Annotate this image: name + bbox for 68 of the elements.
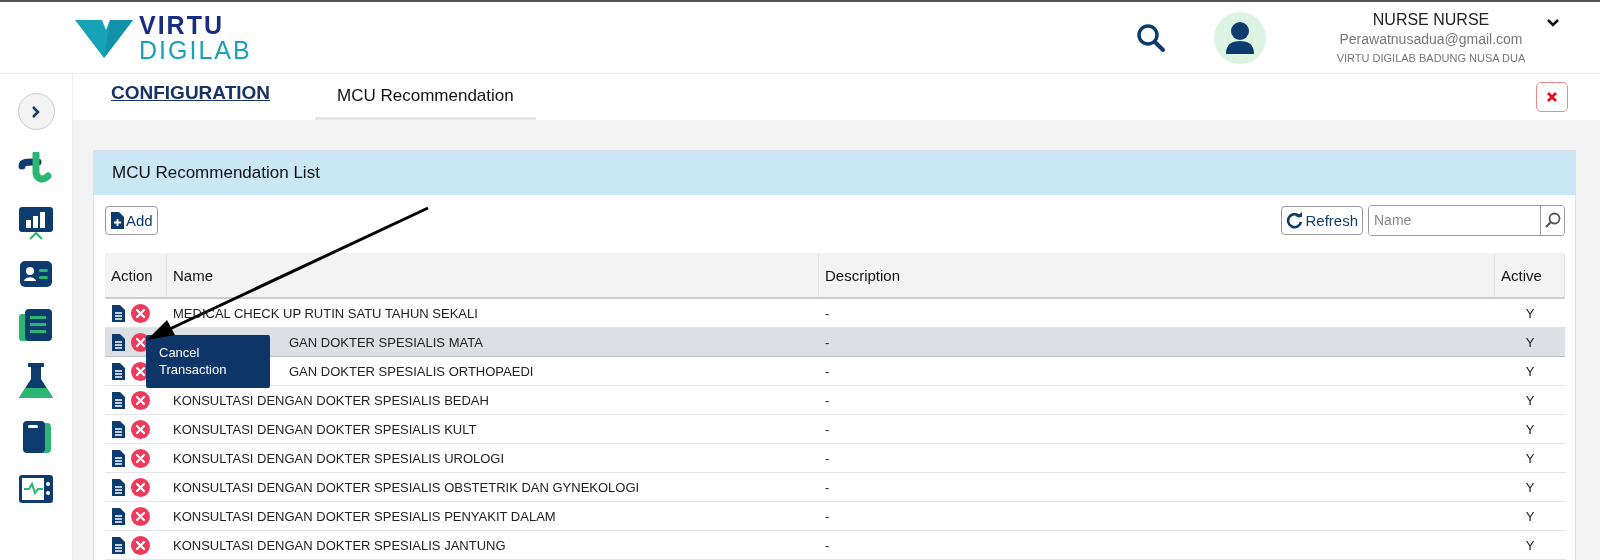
add-document-icon — [110, 211, 124, 229]
panel-title: MCU Recommendation List — [94, 151, 1575, 195]
table-cell-text: Y — [1524, 507, 1536, 526]
close-icon — [1547, 92, 1557, 102]
table-cell-text: - — [824, 333, 831, 352]
close-button[interactable] — [1536, 82, 1568, 112]
chart-icon[interactable] — [18, 206, 54, 240]
document-icon[interactable] — [111, 449, 125, 467]
document-icon[interactable] — [111, 536, 125, 554]
flask-icon[interactable] — [18, 362, 54, 400]
table-cell-text: KONSULTASI DENGAN DOKTER SPESIALIS UROLOGI — [172, 449, 506, 468]
refresh-button[interactable]: Refresh — [1281, 205, 1363, 235]
table-cell-text: Y — [1524, 420, 1536, 439]
table-cell-text: Y — [1524, 362, 1536, 381]
document-icon[interactable] — [111, 391, 125, 409]
table-cell-text: KONSULTASI DENGAN DOKTER SPESIALIS KULT — [172, 420, 478, 439]
monitor-pulse-icon[interactable] — [18, 474, 54, 504]
search-bar[interactable]: Name — [1368, 204, 1565, 236]
expand-sidebar-button[interactable] — [17, 93, 55, 130]
table-cell-text: Y — [1524, 391, 1536, 410]
table-cell-text: GAN DOKTER SPESIALIS ORTHOPAEDI — [288, 362, 535, 381]
document-icon[interactable] — [111, 304, 125, 322]
table-cell-text: Y — [1524, 536, 1536, 555]
tooltip: Cancel Transaction — [146, 335, 270, 388]
table-cell-text: - — [824, 478, 831, 497]
chevron-down-icon[interactable] — [1546, 17, 1560, 28]
section-title[interactable]: CONFIGURATION — [111, 82, 271, 104]
clipboard-icon[interactable] — [20, 420, 52, 454]
table-cell-text: Y — [1524, 333, 1536, 352]
table-cell-text: KONSULTASI DENGAN DOKTER SPESIALIS OBSTETRIK DAN GYNEKOLOGI — [172, 478, 641, 497]
table-cell-text: - — [824, 449, 831, 468]
add-button[interactable]: Add — [105, 205, 158, 235]
table-cell-text: Y — [1524, 449, 1536, 468]
document-icon[interactable] — [111, 333, 125, 351]
table-cell-text: KONSULTASI DENGAN DOKTER SPESIALIS JANTUNG — [172, 536, 507, 555]
column-header: Description — [819, 253, 1495, 297]
document-icon[interactable] — [111, 420, 125, 438]
table-cell-text: - — [824, 391, 831, 410]
search-button[interactable] — [1136, 22, 1166, 53]
logo-text: VIRTU — [139, 12, 225, 38]
document-list-icon[interactable] — [18, 308, 54, 342]
user-branch: VIRTU DIGILAB BADUNG NUSA DUA — [1336, 52, 1526, 64]
chevron-right-icon — [31, 104, 41, 119]
table-cell-text: - — [824, 420, 831, 439]
avatar[interactable] — [1214, 11, 1266, 64]
column-header: Action — [105, 253, 167, 297]
column-header: Active — [1495, 253, 1565, 297]
table-cell-text: KONSULTASI DENGAN DOKTER SPESIALIS PENYAKIT DALAM — [172, 507, 557, 526]
user-email: Perawatnusadua@gmail.com — [1339, 31, 1523, 47]
search-icon — [1544, 212, 1561, 228]
table-cell-text: Y — [1524, 304, 1536, 323]
table-cell-text: KONSULTASI DENGAN DOKTER SPESIALIS BEDAH — [172, 391, 490, 410]
table-cell-text: Y — [1524, 478, 1536, 497]
table-cell-text: - — [824, 362, 831, 381]
table-cell-text: GAN DOKTER SPESIALIS MATA — [288, 333, 484, 352]
logo-text: DIGILAB — [139, 37, 252, 63]
table-cell-text: - — [824, 304, 831, 323]
document-icon[interactable] — [111, 507, 125, 525]
logo-icon — [75, 17, 133, 58]
search-button[interactable] — [1540, 205, 1564, 235]
document-icon[interactable] — [111, 362, 125, 380]
refresh-icon — [1286, 211, 1304, 229]
table-cell-text: - — [824, 536, 831, 555]
column-header: Name — [167, 253, 819, 297]
document-icon[interactable] — [111, 478, 125, 496]
id-card-icon[interactable] — [19, 260, 53, 288]
table-cell-text: - — [824, 507, 831, 526]
user-name: NURSE NURSE — [1372, 11, 1490, 29]
